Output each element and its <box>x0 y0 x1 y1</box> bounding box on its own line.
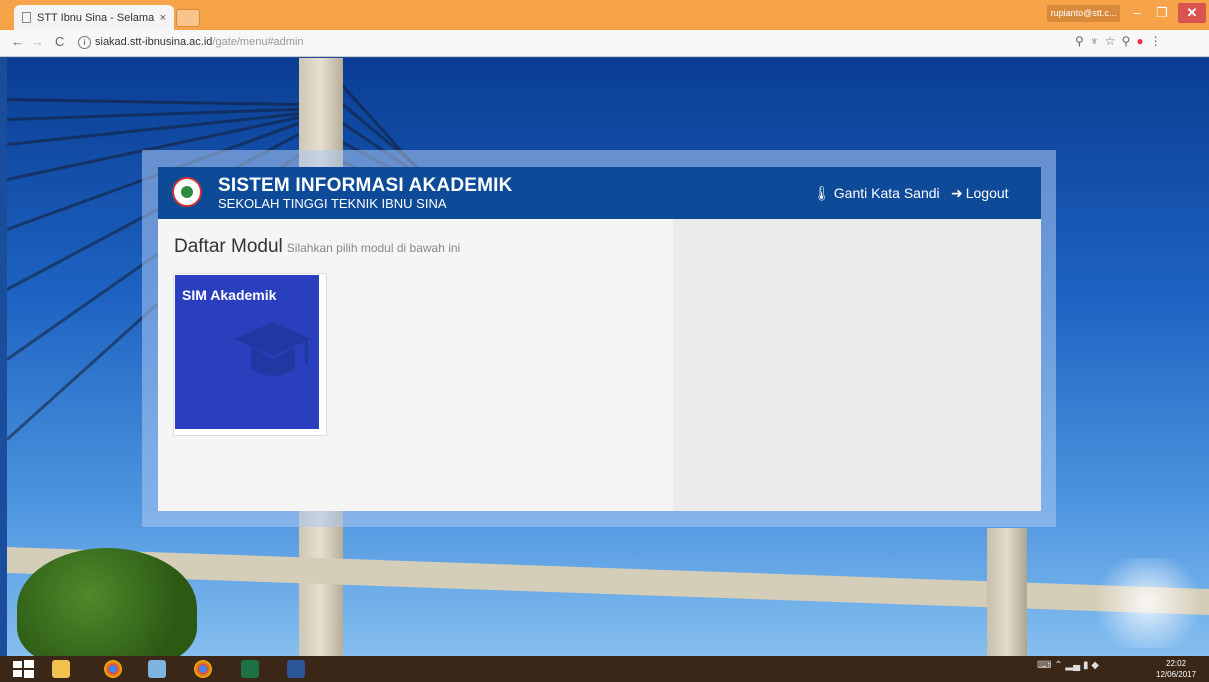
os-taskbar: ⌨ ⌃ ▂▄ ▮ ◆ 22:02 12/06/2017 <box>0 656 1209 682</box>
reload-icon[interactable]: C <box>55 34 64 49</box>
extension-icon[interactable]: ♆ <box>1090 34 1105 48</box>
tray-expand-icon[interactable]: ⌃ <box>1054 660 1062 671</box>
app-icon[interactable] <box>148 660 166 678</box>
institution-logo <box>172 177 202 207</box>
section-heading: Daftar Modul Silahkan pilih modul di bawa… <box>174 236 460 258</box>
word-icon[interactable] <box>287 660 305 678</box>
right-content-area <box>673 219 1041 511</box>
new-tab-button[interactable] <box>176 9 200 27</box>
system-tray: ⌨ ⌃ ▂▄ ▮ ◆ <box>1037 660 1099 671</box>
module-card-sim-akademik[interactable]: SIM Akademik <box>173 273 327 436</box>
file-explorer-icon[interactable] <box>52 660 70 678</box>
network-icon[interactable]: ▂▄ <box>1065 660 1080 671</box>
module-label: SIM Akademik <box>182 287 277 303</box>
graduation-cap-icon <box>235 322 311 376</box>
drive-icon[interactable]: ◆ <box>1091 660 1099 671</box>
minimize-button[interactable]: – <box>1125 3 1149 23</box>
app-subtitle: SEKOLAH TINGGI TEKNIK IBNU SINA <box>218 196 447 211</box>
back-icon[interactable]: ← <box>11 34 24 49</box>
search-icon[interactable]: ⚲ <box>1122 34 1137 48</box>
tab-close-icon[interactable]: × <box>160 12 166 24</box>
browser-titlebar: STT Ibnu Sina - Selamat × rupianto@stt.c… <box>0 0 1209 30</box>
section-title: Daftar Modul <box>174 236 283 257</box>
menu-icon[interactable]: ⋮ <box>1150 34 1168 48</box>
profile-button[interactable]: rupianto@stt.c... <box>1047 5 1120 22</box>
browser-tab[interactable]: STT Ibnu Sina - Selamat × <box>14 5 174 30</box>
clock-date: 12/06/2017 <box>1156 670 1197 679</box>
tab-title: STT Ibnu Sina - Selamat <box>37 11 154 24</box>
maximize-button[interactable]: ❐ <box>1150 3 1174 23</box>
change-password-label: Ganti Kata Sandi <box>833 185 940 201</box>
cloud <box>1087 558 1209 648</box>
clock-time: 22:02 <box>1166 659 1187 668</box>
address-bar[interactable]: i siakad.stt-ibnusina.ac.id/gate/menu#adm… <box>78 33 1038 52</box>
forward-icon[interactable]: → <box>31 34 44 49</box>
url-host: siakad.stt-ibnusina.ac.id <box>95 36 213 48</box>
info-icon[interactable]: i <box>78 35 91 49</box>
url-path: /gate/menu#admin <box>212 36 304 48</box>
windows-start-icon[interactable] <box>10 658 36 680</box>
keyboard-icon[interactable]: ⌨ <box>1037 660 1051 671</box>
module-panel: SISTEM INFORMASI AKADEMIK SEKOLAH TINGGI… <box>158 167 1041 511</box>
bookmark-star-icon[interactable]: ☆ <box>1105 34 1122 48</box>
app-title: SISTEM INFORMASI AKADEMIK <box>218 175 513 196</box>
logout-label: Logout <box>965 185 1009 201</box>
bridge-pylon-right <box>987 528 1027 656</box>
clock[interactable]: 22:02 12/06/2017 <box>1156 658 1196 680</box>
module-tile[interactable]: SIM Akademik <box>175 275 319 429</box>
logout-link[interactable]: ➜ Logout <box>951 185 1009 202</box>
excel-icon[interactable] <box>241 660 259 678</box>
page-icon <box>22 12 31 23</box>
extension-record-icon[interactable]: ● <box>1136 34 1149 48</box>
chrome-profile-icon[interactable] <box>194 660 212 678</box>
zoom-icon[interactable]: ⚲ <box>1075 34 1090 48</box>
browser-toolbar: ← → C i siakad.stt-ibnusina.ac.id/gate/me… <box>0 30 1209 57</box>
toolbar-icons: ⚲♆☆⚲●⋮ <box>1075 34 1168 48</box>
logout-icon: ➜ <box>951 185 963 201</box>
section-subtitle: Silahkan pilih modul di bawah ini <box>286 241 461 255</box>
tree <box>17 548 197 656</box>
chrome-icon[interactable] <box>104 660 122 678</box>
app-header: SISTEM INFORMASI AKADEMIK SEKOLAH TINGGI… <box>158 167 1041 219</box>
thermometer-icon: 🌡︎ <box>813 185 831 201</box>
battery-icon[interactable]: ▮ <box>1083 660 1089 671</box>
change-password-link[interactable]: 🌡︎ Ganti Kata Sandi <box>813 185 940 202</box>
close-window-button[interactable]: ✕ <box>1178 3 1206 23</box>
